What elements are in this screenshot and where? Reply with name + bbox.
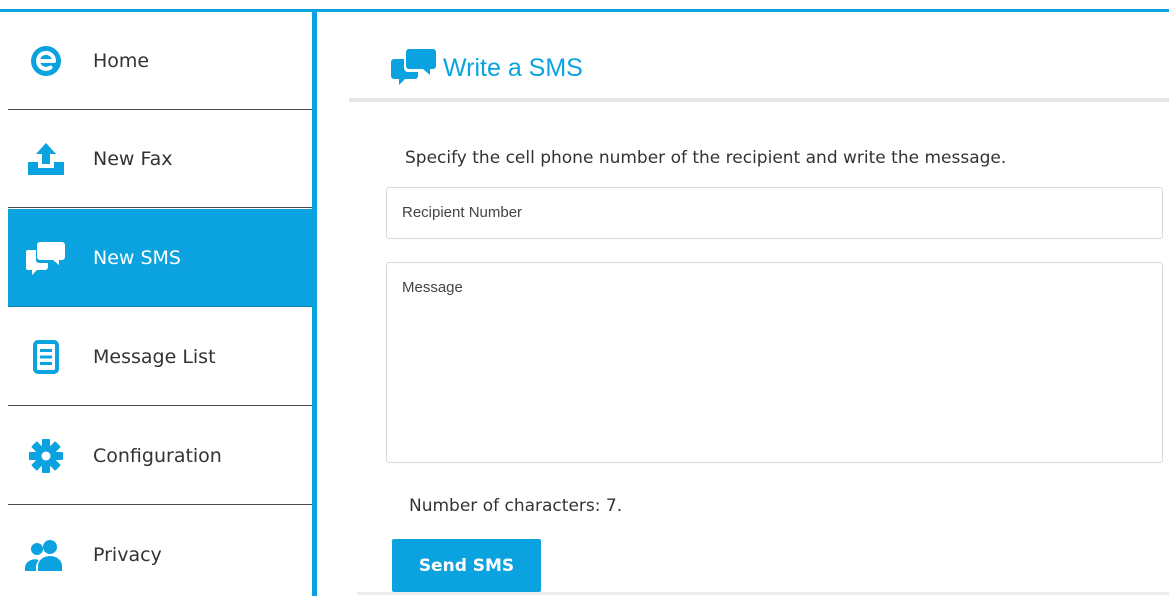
chat-bubbles-icon [391,46,437,90]
gear-icon [24,436,68,476]
sidebar-item-home[interactable]: Home [8,12,312,110]
page-title: Write a SMS [443,53,583,82]
instructions-text: Specify the cell phone number of the rec… [405,148,1007,168]
sidebar-item-new-sms[interactable]: New SMS [8,209,312,307]
upload-icon [24,139,68,179]
top-accent-bar [0,0,1169,12]
character-count: Number of characters: 7. [409,496,623,516]
sidebar-item-label: Configuration [93,444,222,467]
send-sms-button[interactable]: Send SMS [392,539,541,592]
sidebar-item-label: Home [93,49,150,72]
home-logo-icon [24,41,68,81]
sidebar-item-label: Privacy [93,544,162,566]
sidebar-item-label: New Fax [93,147,173,170]
users-icon [24,535,68,575]
sidebar: Home New Fax New SMS Message List Config… [0,12,316,596]
main-content: Write a SMS Specify the cell phone numbe… [317,12,1169,596]
sidebar-item-message-list[interactable]: Message List [8,308,312,406]
page-header: Write a SMS [391,48,583,88]
sidebar-item-label: Message List [93,345,216,368]
sidebar-item-privacy[interactable]: Privacy [8,506,312,596]
sidebar-item-configuration[interactable]: Configuration [8,407,312,505]
recipient-number-input[interactable]: Recipient Number [386,187,1163,239]
chat-bubbles-icon [24,238,68,278]
bottom-rule [357,592,1169,595]
document-list-icon [24,337,68,377]
message-textarea[interactable]: Message [386,262,1163,463]
header-rule [349,98,1169,102]
sidebar-item-new-fax[interactable]: New Fax [8,110,312,208]
sidebar-item-label: New SMS [93,246,181,269]
